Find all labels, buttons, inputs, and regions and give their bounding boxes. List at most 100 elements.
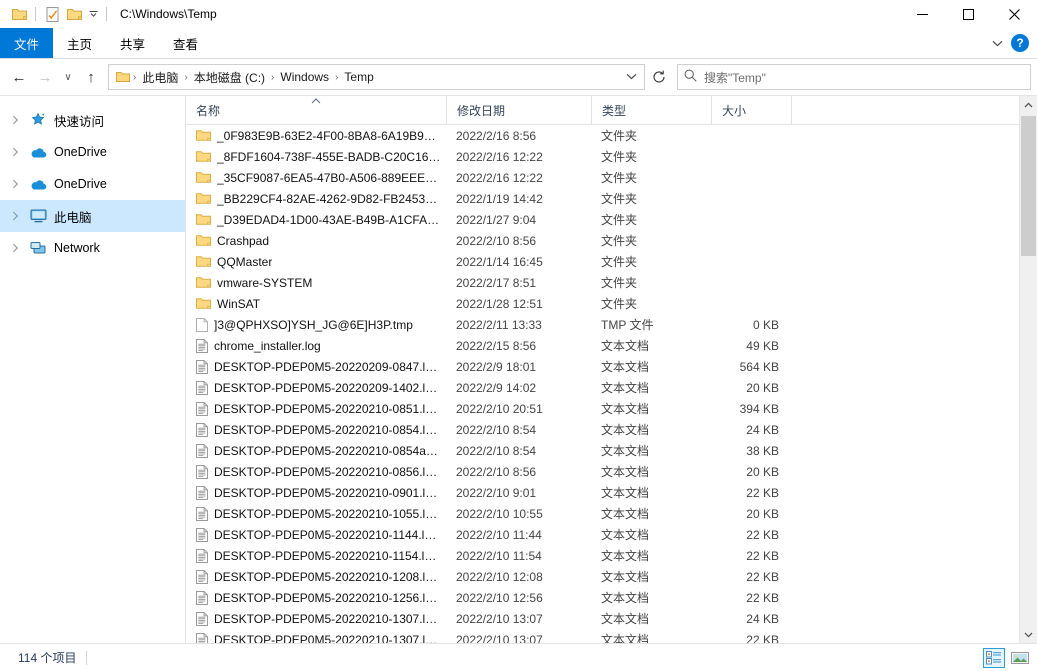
table-row[interactable]: DESKTOP-PDEP0M5-20220209-1402.l…2022/2/9… [186,377,1037,398]
breadcrumb[interactable]: › 此电脑 › 本地磁盘 (C:) › Windows › Temp [108,64,645,90]
scrollbar-thumb[interactable] [1021,116,1036,256]
file-name-cell[interactable]: _D39EDAD4-1D00-43AE-B49B-A1CFA… [186,213,446,227]
file-name-cell[interactable]: DESKTOP-PDEP0M5-20220210-1307.l… [186,633,446,644]
table-row[interactable]: DESKTOP-PDEP0M5-20220210-0854a…2022/2/10… [186,440,1037,461]
details-view-button[interactable] [983,648,1005,668]
file-name-cell[interactable]: DESKTOP-PDEP0M5-20220210-0854a… [186,444,446,458]
breadcrumb-item-windows[interactable]: Windows [275,70,334,84]
table-row[interactable]: _35CF9087-6EA5-47B0-A506-889EEE…2022/2/1… [186,167,1037,188]
file-name-cell[interactable]: DESKTOP-PDEP0M5-20220209-1402.l… [186,381,446,395]
sidebar-item-onedrive-1[interactable]: OneDrive [0,136,185,168]
chevron-down-icon[interactable] [85,3,101,25]
sidebar-item-quick-access[interactable]: 快速访问 [0,104,185,136]
back-button[interactable]: ← [6,64,32,90]
chevron-down-icon[interactable] [992,36,1003,50]
table-row[interactable]: DESKTOP-PDEP0M5-20220210-0854.l…2022/2/1… [186,419,1037,440]
chevron-right-icon[interactable] [8,147,22,157]
file-name-cell[interactable]: vmware-SYSTEM [186,276,446,290]
table-row[interactable]: DESKTOP-PDEP0M5-20220210-0851.l…2022/2/1… [186,398,1037,419]
file-name-cell[interactable]: DESKTOP-PDEP0M5-20220210-1144.l… [186,528,446,542]
search-input[interactable]: 搜索"Temp" [704,69,766,86]
tab-view[interactable]: 查看 [159,28,212,58]
scroll-up-arrow-icon[interactable] [1020,96,1037,113]
table-row[interactable]: DESKTOP-PDEP0M5-20220210-0901.l…2022/2/1… [186,482,1037,503]
scroll-down-arrow-icon[interactable] [1020,626,1037,643]
file-type-cell: 文件夹 [591,148,711,165]
file-name-cell[interactable]: DESKTOP-PDEP0M5-20220210-1256.l… [186,591,446,605]
table-row[interactable]: DESKTOP-PDEP0M5-20220210-0856.l…2022/2/1… [186,461,1037,482]
refresh-button[interactable] [645,64,673,90]
chevron-right-icon[interactable] [8,211,22,221]
file-name-cell[interactable]: DESKTOP-PDEP0M5-20220210-0856.l… [186,465,446,479]
file-name-cell[interactable]: DESKTOP-PDEP0M5-20220210-0854.l… [186,423,446,437]
folder-icon[interactable] [8,3,30,25]
table-row[interactable]: DESKTOP-PDEP0M5-20220210-1256.l…2022/2/1… [186,587,1037,608]
table-row[interactable]: DESKTOP-PDEP0M5-20220210-1055.l…2022/2/1… [186,503,1037,524]
table-row[interactable]: Crashpad2022/2/10 8:56文件夹 [186,230,1037,251]
up-button[interactable]: ↑ [78,64,104,90]
recent-locations-button[interactable]: ∨ [58,64,78,90]
chevron-right-icon[interactable] [8,179,22,189]
file-name-cell[interactable]: _8FDF1604-738F-455E-BADB-C20C16… [186,150,446,164]
file-name-cell[interactable]: DESKTOP-PDEP0M5-20220209-0847.l… [186,360,446,374]
file-date-cell: 2022/2/10 9:01 [446,486,591,500]
file-name-cell[interactable]: Crashpad [186,234,446,248]
table-row[interactable]: ]3@QPHXSO]YSH_JG@6E]H3P.tmp2022/2/11 13:… [186,314,1037,335]
file-name-cell[interactable]: DESKTOP-PDEP0M5-20220210-0901.l… [186,486,446,500]
file-name-cell[interactable]: DESKTOP-PDEP0M5-20220210-1154.l… [186,549,446,563]
close-button[interactable] [991,0,1037,28]
column-header-size[interactable]: 大小 [711,96,791,124]
file-date-cell: 2022/2/15 8:56 [446,339,591,353]
file-name-cell[interactable]: _0F983E9B-63E2-4F00-8BA8-6A19B9… [186,129,446,143]
tab-home[interactable]: 主页 [53,28,106,58]
column-header-date[interactable]: 修改日期 [446,96,591,124]
column-header-name[interactable]: 名称 [186,96,446,124]
table-row[interactable]: DESKTOP-PDEP0M5-20220210-1307.l…2022/2/1… [186,608,1037,629]
properties-checkmark-icon[interactable] [41,3,63,25]
table-row[interactable]: DESKTOP-PDEP0M5-20220210-1307.l…2022/2/1… [186,629,1037,643]
file-name-cell[interactable]: ]3@QPHXSO]YSH_JG@6E]H3P.tmp [186,318,446,332]
chevron-right-icon[interactable] [8,115,22,125]
table-row[interactable]: DESKTOP-PDEP0M5-20220210-1154.l…2022/2/1… [186,545,1037,566]
new-folder-icon[interactable] [63,3,85,25]
file-name-cell[interactable]: WinSAT [186,297,446,311]
table-row[interactable]: WinSAT2022/1/28 12:51文件夹 [186,293,1037,314]
forward-button[interactable]: → [32,64,58,90]
large-icons-view-button[interactable] [1009,648,1031,668]
file-name-cell[interactable]: DESKTOP-PDEP0M5-20220210-1208.l… [186,570,446,584]
file-name-cell[interactable]: DESKTOP-PDEP0M5-20220210-1055.l… [186,507,446,521]
table-row[interactable]: DESKTOP-PDEP0M5-20220209-0847.l…2022/2/9… [186,356,1037,377]
breadcrumb-item-temp[interactable]: Temp [339,70,378,84]
table-row[interactable]: _0F983E9B-63E2-4F00-8BA8-6A19B9…2022/2/1… [186,125,1037,146]
minimize-button[interactable] [899,0,945,28]
search-icon [684,69,697,85]
tab-share[interactable]: 共享 [106,28,159,58]
table-row[interactable]: DESKTOP-PDEP0M5-20220210-1208.l…2022/2/1… [186,566,1037,587]
file-name-cell[interactable]: QQMaster [186,255,446,269]
column-header-type[interactable]: 类型 [591,96,711,124]
sidebar-item-this-pc[interactable]: 此电脑 [0,200,185,232]
vertical-scrollbar[interactable] [1019,96,1037,643]
chevron-down-icon[interactable] [620,72,642,83]
table-row[interactable]: _8FDF1604-738F-455E-BADB-C20C16…2022/2/1… [186,146,1037,167]
file-name-cell[interactable]: _35CF9087-6EA5-47B0-A506-889EEE… [186,171,446,185]
sidebar-item-onedrive-2[interactable]: OneDrive [0,168,185,200]
tab-file[interactable]: 文件 [0,28,53,58]
breadcrumb-item-local-disk[interactable]: 本地磁盘 (C:) [189,69,270,86]
table-row[interactable]: DESKTOP-PDEP0M5-20220210-1144.l…2022/2/1… [186,524,1037,545]
maximize-button[interactable] [945,0,991,28]
sidebar-item-network[interactable]: Network [0,232,185,264]
file-name-cell[interactable]: chrome_installer.log [186,339,446,353]
file-name-cell[interactable]: DESKTOP-PDEP0M5-20220210-1307.l… [186,612,446,626]
breadcrumb-item-this-pc[interactable]: 此电脑 [137,69,183,86]
file-name-cell[interactable]: DESKTOP-PDEP0M5-20220210-0851.l… [186,402,446,416]
table-row[interactable]: vmware-SYSTEM2022/2/17 8:51文件夹 [186,272,1037,293]
table-row[interactable]: _D39EDAD4-1D00-43AE-B49B-A1CFA…2022/1/27… [186,209,1037,230]
file-name-cell[interactable]: _BB229CF4-82AE-4262-9D82-FB2453… [186,192,446,206]
table-row[interactable]: _BB229CF4-82AE-4262-9D82-FB2453…2022/1/1… [186,188,1037,209]
chevron-right-icon[interactable] [8,243,22,253]
help-button[interactable]: ? [1011,34,1029,52]
search-box[interactable]: 搜索"Temp" [677,64,1031,90]
table-row[interactable]: chrome_installer.log2022/2/15 8:56文本文档49… [186,335,1037,356]
table-row[interactable]: QQMaster2022/1/14 16:45文件夹 [186,251,1037,272]
